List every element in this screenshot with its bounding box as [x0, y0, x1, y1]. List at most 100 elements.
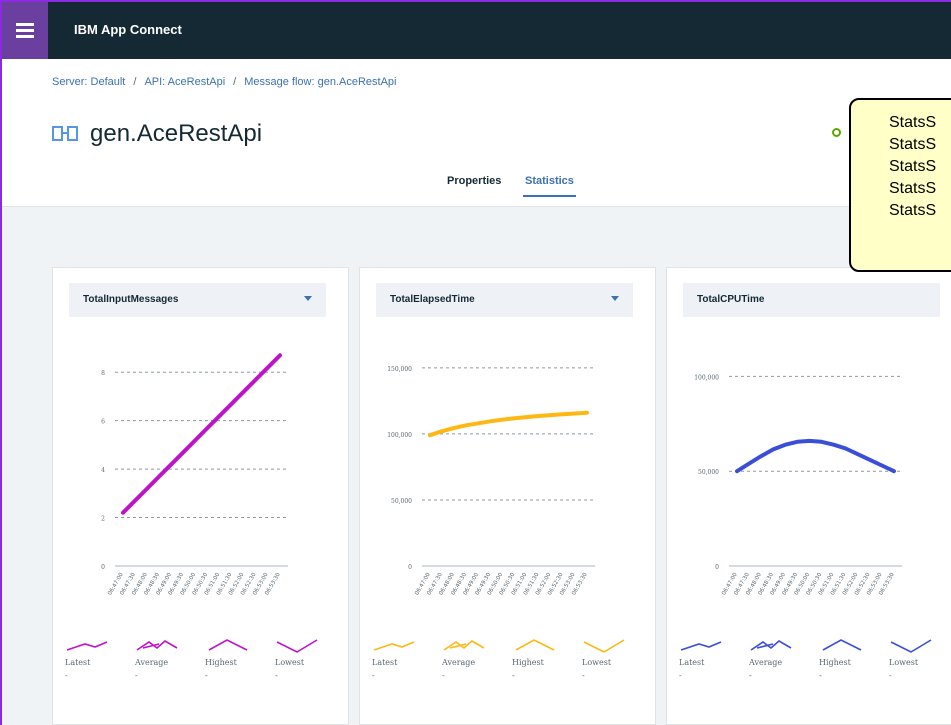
legend-value: - — [65, 671, 68, 680]
legend-item-highest: Highest - — [205, 638, 265, 680]
tab-statistics[interactable]: Statistics — [523, 175, 576, 197]
legend-value: - — [749, 671, 752, 680]
metric-selector[interactable]: TotalInputMessages — [69, 283, 326, 317]
legend-sparkline-icon — [680, 641, 722, 651]
legend-value: - — [582, 671, 585, 680]
legend-item-latest: Latest - — [679, 638, 739, 680]
y-tick-label: 0 — [101, 564, 105, 571]
legend-value: - — [442, 671, 445, 680]
y-tick-label: 100,000 — [387, 432, 412, 439]
legend-item-average: Average - — [135, 638, 195, 680]
metric-label: TotalCPUTime — [697, 294, 765, 305]
legend-sparkline-icon — [66, 641, 108, 651]
metric-label: TotalElapsedTime — [390, 294, 475, 305]
legend-label: Average — [749, 658, 783, 667]
legend-item-highest: Highest - — [512, 638, 572, 680]
tab-properties[interactable]: Properties — [447, 175, 501, 195]
legend-item-latest: Latest - — [372, 638, 432, 680]
chart-legend: Latest - Average - Highest - Lowest - — [372, 638, 648, 718]
legend-sparkline-icon — [750, 640, 792, 651]
app-title: IBM App Connect — [74, 22, 182, 37]
legend-item-lowest: Lowest - — [582, 638, 642, 680]
metric-label: TotalInputMessages — [83, 294, 179, 305]
legend-value: - — [512, 671, 515, 680]
callout-line: StatsS — [889, 202, 937, 219]
legend-value: - — [135, 671, 138, 680]
chevron-down-icon[interactable] — [304, 296, 312, 301]
stats-card-total-input-messages: TotalInputMessages 8 6 4 2 0 06:47:00 06:47:30… — [52, 267, 349, 725]
series-line — [121, 353, 282, 515]
legend-sparkline-icon — [208, 639, 248, 651]
legend-value: - — [372, 671, 375, 680]
tab-bar: Properties Statistics — [2, 175, 951, 205]
line-chart: 100,00050,000006:47:0006:47:3006:48:0006… — [694, 374, 902, 596]
chart-legend: Latest - Average - Highest - Lowest - — [65, 638, 341, 718]
legend-value: - — [679, 671, 682, 680]
top-navigation-bar: IBM App Connect — [2, 0, 951, 59]
y-tick-label: 2 — [101, 516, 105, 523]
y-tick-label: 8 — [101, 370, 105, 377]
legend-label: Highest — [819, 658, 851, 667]
y-tick-label: 150,000 — [387, 366, 412, 373]
legend-item-average: Average - — [442, 638, 502, 680]
message-flow-icon — [52, 124, 80, 144]
legend-value: - — [889, 671, 892, 680]
callout-line: StatsS — [889, 136, 937, 153]
metric-selector[interactable]: TotalCPUTime — [683, 283, 940, 317]
legend-value: - — [205, 671, 208, 680]
legend-label: Lowest — [582, 658, 612, 667]
legend-value: - — [819, 671, 822, 680]
legend-label: Lowest — [275, 658, 305, 667]
callout-line: StatsS — [889, 180, 937, 197]
breadcrumb-server-link[interactable]: Server: Default — [52, 76, 125, 88]
breadcrumb-api-link[interactable]: API: AceRestApi — [144, 76, 225, 88]
stats-card-total-elapsed-time: TotalElapsedTime 150,000 100,000 50,000 0 06… — [359, 267, 656, 725]
breadcrumb-message-flow-link[interactable]: Message flow: gen.AceRestApi — [244, 76, 396, 88]
legend-label: Lowest — [889, 658, 919, 667]
legend-label: Latest — [679, 658, 705, 667]
page-title: gen.AceRestApi — [90, 120, 263, 147]
y-tick-label: 100,000 — [694, 374, 719, 381]
y-tick-label: 4 — [101, 467, 105, 474]
breadcrumb: Server: Default / API: AceRestApi / Message … — [52, 76, 397, 88]
legend-sparkline-icon — [136, 640, 178, 651]
y-tick-label: 50,000 — [698, 469, 719, 476]
legend-sparkline-icon — [822, 639, 862, 651]
legend-label: Highest — [512, 658, 544, 667]
series-line — [428, 410, 589, 438]
line-chart: 8642006:47:0006:47:3006:48:0006:48:3006:… — [101, 353, 288, 596]
legend-label: Average — [442, 658, 476, 667]
hamburger-menu-icon[interactable] — [2, 2, 48, 59]
legend-item-lowest: Lowest - — [275, 638, 335, 680]
y-tick-label: 6 — [101, 419, 105, 426]
callout-line: StatsS — [889, 158, 937, 175]
page-header: gen.AceRestApi — [52, 120, 262, 148]
legend-sparkline-icon — [373, 641, 415, 651]
legend-item-lowest: Lowest - — [889, 638, 949, 680]
legend-label: Latest — [65, 658, 91, 667]
status-indicator-icon — [832, 128, 841, 137]
metric-selector[interactable]: TotalElapsedTime — [376, 283, 633, 317]
stats-card-total-cpu-time: TotalCPUTime 100,000 50,000 0 06:47:00 06:47… — [666, 267, 951, 725]
app-frame: IBM App Connect Server: Default / API: Ace… — [0, 0, 951, 725]
annotation-callout: StatsS StatsS StatsS StatsS StatsS — [849, 98, 951, 272]
line-chart: 150,000100,00050,000006:47:0006:47:3006:… — [387, 366, 595, 596]
y-tick-label: 50,000 — [391, 498, 412, 505]
callout-line: StatsS — [889, 114, 937, 131]
series-line — [735, 438, 896, 474]
legend-item-average: Average - — [749, 638, 809, 680]
y-tick-label: 0 — [715, 564, 719, 571]
legend-item-highest: Highest - — [819, 638, 879, 680]
legend-item-latest: Latest - — [65, 638, 125, 680]
legend-value: - — [275, 671, 278, 680]
legend-sparkline-icon — [890, 639, 932, 653]
legend-sparkline-icon — [276, 639, 318, 653]
chart-legend: Latest - Average - Highest - Lowest - — [679, 638, 951, 718]
legend-label: Average — [135, 658, 169, 667]
y-tick-label: 0 — [408, 564, 412, 571]
legend-label: Highest — [205, 658, 237, 667]
legend-sparkline-icon — [443, 640, 485, 651]
legend-label: Latest — [372, 658, 398, 667]
legend-sparkline-icon — [515, 639, 555, 651]
chevron-down-icon[interactable] — [611, 296, 619, 301]
